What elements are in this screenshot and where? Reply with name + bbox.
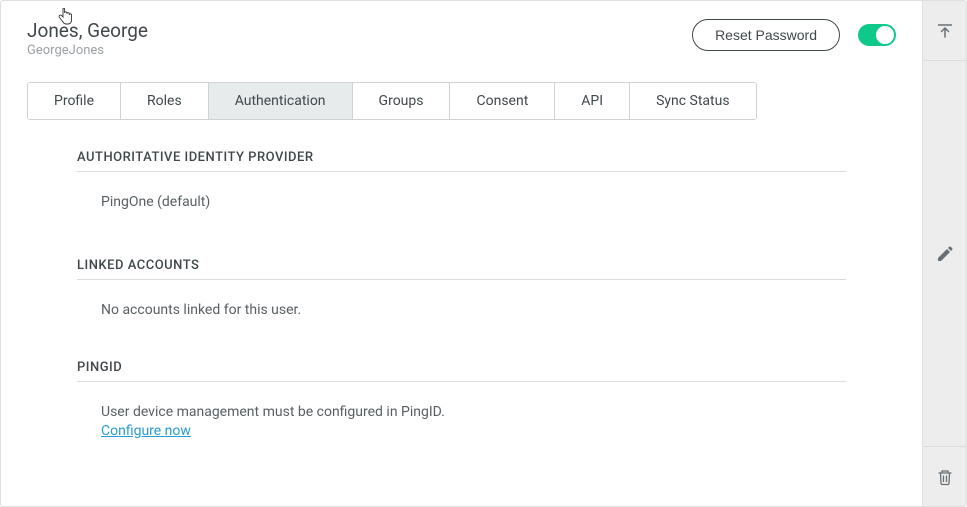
header-actions: Reset Password: [692, 19, 896, 51]
tabs: Profile Roles Authentication Groups Cons…: [27, 82, 757, 120]
tab-groups[interactable]: Groups: [353, 83, 451, 119]
side-actions-panel: [922, 1, 966, 506]
section-idp-title: AUTHORITATIVE IDENTITY PROVIDER: [77, 150, 846, 172]
user-block: Jones, George GeorgeJones: [27, 19, 148, 58]
configure-now-link[interactable]: Configure now: [101, 423, 191, 439]
tab-roles[interactable]: Roles: [121, 83, 209, 119]
tab-sync-status[interactable]: Sync Status: [630, 83, 756, 119]
tab-profile[interactable]: Profile: [28, 83, 121, 119]
tab-authentication[interactable]: Authentication: [209, 83, 353, 119]
section-idp-value: PingOne (default): [77, 194, 846, 210]
trash-icon: [936, 468, 954, 486]
section-pingid-title: PINGID: [77, 360, 846, 382]
user-name: Jones, George: [27, 19, 148, 42]
section-linked-value: No accounts linked for this user.: [77, 302, 846, 318]
user-detail-container: Jones, George GeorgeJones Reset Password…: [0, 0, 967, 507]
header-row: Jones, George GeorgeJones Reset Password: [27, 19, 896, 58]
user-username: GeorgeJones: [27, 43, 148, 58]
edit-button[interactable]: [923, 61, 966, 446]
reset-password-button[interactable]: Reset Password: [692, 19, 840, 51]
enable-toggle[interactable]: [858, 24, 896, 46]
pencil-icon: [936, 245, 954, 263]
tab-content: AUTHORITATIVE IDENTITY PROVIDER PingOne …: [27, 120, 896, 439]
main-panel: Jones, George GeorgeJones Reset Password…: [1, 1, 922, 506]
collapse-button[interactable]: [923, 1, 966, 61]
tab-api[interactable]: API: [555, 83, 630, 119]
delete-button[interactable]: [923, 446, 966, 506]
section-pingid-body: User device management must be configure…: [77, 404, 846, 439]
section-linked-title: LINKED ACCOUNTS: [77, 258, 846, 280]
collapse-up-icon: [936, 22, 954, 40]
tab-consent[interactable]: Consent: [450, 83, 555, 119]
pingid-message: User device management must be configure…: [101, 404, 846, 420]
